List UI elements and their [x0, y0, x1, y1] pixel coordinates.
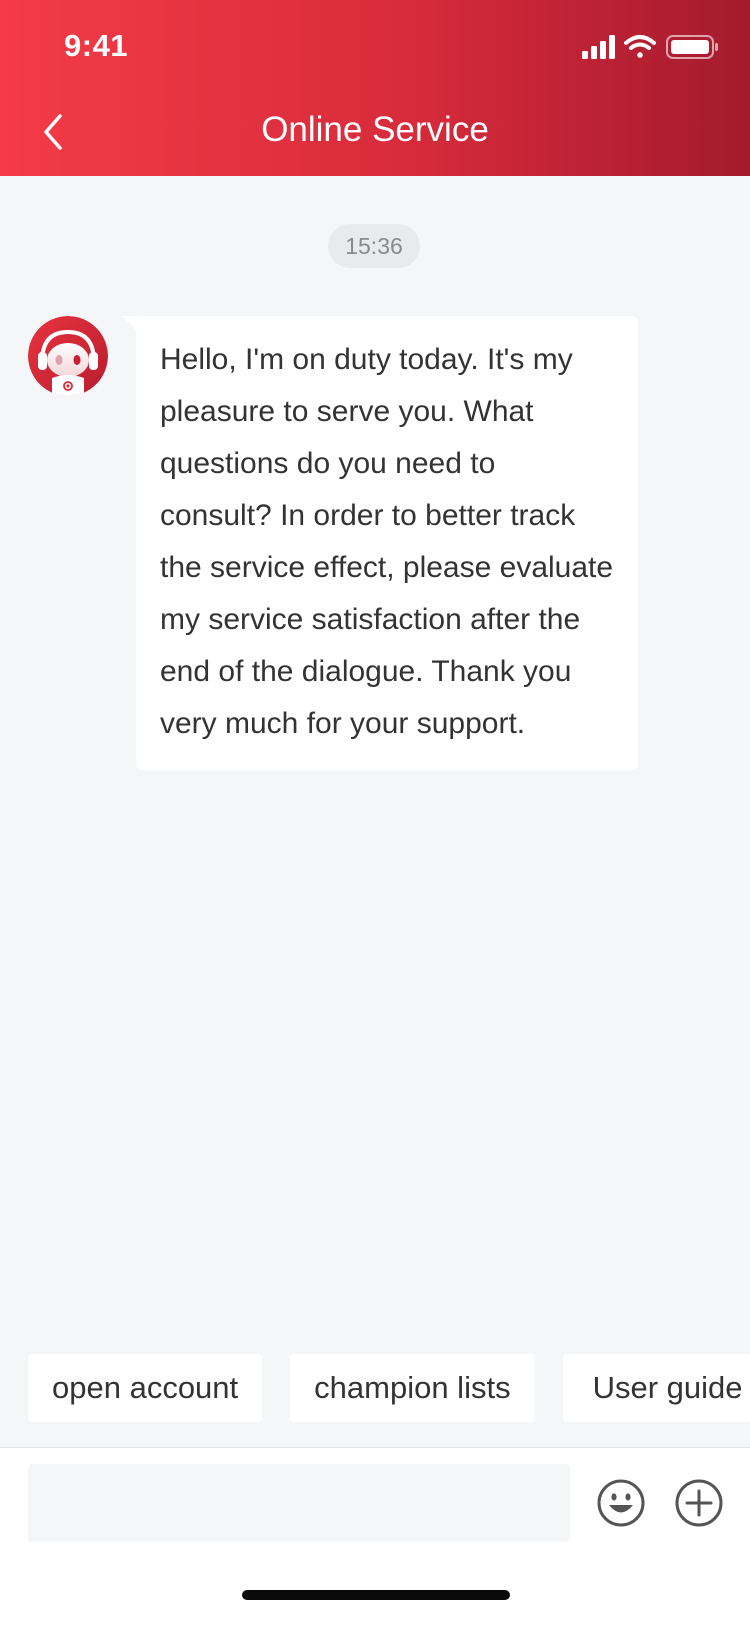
robot-avatar-icon — [28, 316, 108, 396]
status-bar: 9:41 — [0, 0, 750, 88]
wifi-icon — [624, 35, 656, 58]
more-options-button[interactable] — [674, 1478, 724, 1528]
agent-message-bubble: Hello, I'm on duty today. It's my pleasu… — [136, 316, 638, 770]
signal-icon — [582, 35, 615, 59]
quick-replies: open account champion lists User guide — [28, 1354, 750, 1422]
battery-icon — [666, 35, 718, 59]
quick-reply-open-account[interactable]: open account — [28, 1354, 263, 1422]
quick-reply-champion-lists[interactable]: champion lists — [290, 1354, 535, 1422]
message-input[interactable] — [28, 1464, 570, 1542]
header: 9:41 Online Service — [0, 0, 750, 176]
agent-avatar — [28, 316, 108, 396]
chat-timestamp: 15:36 — [328, 224, 420, 268]
status-time: 9:41 — [64, 28, 129, 63]
quick-reply-user-guide[interactable]: User guide — [562, 1354, 750, 1422]
page-title: Online Service — [261, 110, 489, 149]
emoji-button[interactable] — [596, 1478, 646, 1528]
plus-circle-icon — [675, 1479, 723, 1527]
home-indicator — [242, 1590, 510, 1600]
status-icons — [582, 35, 718, 59]
nav-bar: Online Service — [0, 88, 750, 176]
smiley-icon — [597, 1479, 645, 1527]
input-bar — [0, 1447, 750, 1625]
